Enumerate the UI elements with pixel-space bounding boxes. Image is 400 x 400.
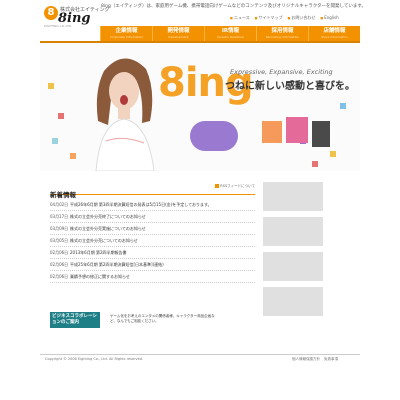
photo-tile bbox=[262, 121, 282, 143]
news-item[interactable]: 03月09日 株式の立会外分売実施についてのお知らせ bbox=[50, 223, 255, 235]
news-item[interactable]: 03月05日 株式の立会外分売についてのお知らせ bbox=[50, 235, 255, 247]
logo-sub: EIGHTING CO.,LTD. bbox=[44, 24, 73, 28]
side-banner[interactable] bbox=[263, 182, 323, 211]
nav-label: 採用情報 bbox=[271, 28, 294, 34]
model-photo bbox=[95, 58, 155, 171]
side-banners bbox=[263, 182, 323, 322]
news-item[interactable]: 02月06日 2013年6月期 第2四半期報告書 bbox=[50, 247, 255, 259]
nav-sub: Recruiting Information bbox=[265, 35, 300, 39]
photo-tile bbox=[286, 117, 308, 143]
news-item[interactable]: 02月06日 平成25年6月期 第2四半期決算短信[日本基準](連結) bbox=[50, 259, 255, 271]
news-text[interactable]: 株式の立会外分売についてのお知らせ bbox=[70, 238, 138, 243]
rss-link[interactable]: RSSフィードについて bbox=[215, 184, 255, 189]
news-date: 04月02日 bbox=[50, 202, 69, 207]
nav-sub: Investor Relations bbox=[217, 35, 244, 39]
top-link-contact[interactable]: お問い合わせ bbox=[288, 15, 315, 21]
site-tagline: 8ing（エイティング）は、家庭用ゲーム機、携帯電話向けゲームなどのコンテンツ及… bbox=[101, 4, 366, 9]
top-link-english[interactable]: English bbox=[320, 15, 338, 21]
phone-tile bbox=[312, 121, 330, 147]
nav-label: 店舗情報 bbox=[323, 28, 346, 34]
top-link-sitemap[interactable]: サイトマップ bbox=[255, 15, 283, 21]
news-list: 04月02日 平成26年6月期 第3四半期決算短信の発表は5月15日(金)を予定し… bbox=[50, 199, 255, 283]
logo-mark-icon: 8 bbox=[44, 6, 58, 20]
gamepad-icon bbox=[190, 121, 238, 151]
nav-item-development[interactable]: 開発情報 Development bbox=[152, 26, 204, 41]
hero-en-tagline: Expressive, Expansive, Exciting bbox=[230, 68, 333, 76]
nav-label: IR情報 bbox=[221, 28, 240, 34]
top-link-news[interactable]: ニュース bbox=[230, 15, 250, 21]
news-date: 02月06日 bbox=[50, 262, 69, 267]
top-links: ニュース サイトマップ お問い合わせ English bbox=[230, 15, 339, 21]
company-logo[interactable]: 8 株式会社エイティング 8ing EIGHTING CO.,LTD. bbox=[44, 6, 110, 28]
nav-item-corporate[interactable]: 企業情報 Corporate Information bbox=[100, 26, 152, 41]
news-item[interactable]: 04月02日 平成26年6月期 第3四半期決算短信の発表は5月15日(金)を予定し… bbox=[50, 199, 255, 211]
news-text[interactable]: 平成25年6月期 第2四半期決算短信[日本基準](連結) bbox=[70, 262, 164, 267]
news-text[interactable]: 2013年6月期 第2四半期報告書 bbox=[70, 250, 127, 255]
business-collab-button[interactable]: ビジネスコラボレーションのご案内 bbox=[50, 312, 100, 328]
footer-link-privacy[interactable]: 個人情報保護方針 bbox=[292, 357, 320, 362]
news-date: 02月06日 bbox=[50, 250, 69, 255]
footer-links: 個人情報保護方針 免責事項 bbox=[292, 357, 338, 362]
nav-label: 企業情報 bbox=[115, 28, 138, 34]
footer-link-disclaimer[interactable]: 免責事項 bbox=[324, 357, 338, 362]
hero-jp-tagline: つねに新しい感動と喜びを。 bbox=[225, 81, 355, 92]
news-text[interactable]: 平成26年6月期 第3四半期決算短信の発表は5月15日(金)を予定しております。 bbox=[70, 202, 212, 207]
business-collab-text: ゲーム化をお考えのエンタメの関係者様、キャラクター商品企画など、なんでもご相談く… bbox=[110, 314, 215, 323]
news-item[interactable]: 02月06日 業績予想の修正に関するお知らせ bbox=[50, 271, 255, 283]
hero-banner: 8ing Expressive, Expansive, Exciting つねに… bbox=[40, 43, 360, 171]
nav-item-store[interactable]: 店舗情報 Store Information bbox=[308, 26, 360, 41]
side-banner[interactable] bbox=[263, 217, 323, 246]
news-header: 新着情報 RSSフィードについて bbox=[50, 182, 255, 199]
main-nav: 企業情報 Corporate Information 開発情報 Developm… bbox=[100, 26, 360, 41]
nav-sub: Store Information bbox=[321, 35, 348, 39]
copyright: Copyright © 2006 Eighting Co., Ltd. All … bbox=[45, 357, 144, 361]
nav-item-ir[interactable]: IR情報 Investor Relations bbox=[204, 26, 256, 41]
news-date: 03月09日 bbox=[50, 226, 69, 231]
side-banner[interactable] bbox=[263, 252, 323, 281]
news-text[interactable]: 業績予想の修正に関するお知らせ bbox=[70, 274, 130, 279]
news-section: 新着情報 RSSフィードについて 04月02日 平成26年6月期 第3四半期決算短… bbox=[50, 182, 255, 283]
news-text[interactable]: 株式の立会外分売実施についてのお知らせ bbox=[70, 226, 146, 231]
footer-divider bbox=[40, 354, 360, 355]
news-date: 02月06日 bbox=[50, 274, 69, 279]
news-text[interactable]: 株式の立会外分売終了についてのお知らせ bbox=[70, 214, 146, 219]
nav-item-recruit[interactable]: 採用情報 Recruiting Information bbox=[256, 26, 308, 41]
side-banner[interactable] bbox=[263, 287, 323, 316]
nav-label: 開発情報 bbox=[167, 28, 190, 34]
news-item[interactable]: 03月17日 株式の立会外分売終了についてのお知らせ bbox=[50, 211, 255, 223]
nav-sub: Development bbox=[168, 35, 189, 39]
news-date: 03月05日 bbox=[50, 238, 69, 243]
nav-sub: Corporate Information bbox=[109, 35, 144, 39]
news-date: 03月17日 bbox=[50, 214, 69, 219]
news-title: 新着情報 bbox=[50, 191, 76, 199]
